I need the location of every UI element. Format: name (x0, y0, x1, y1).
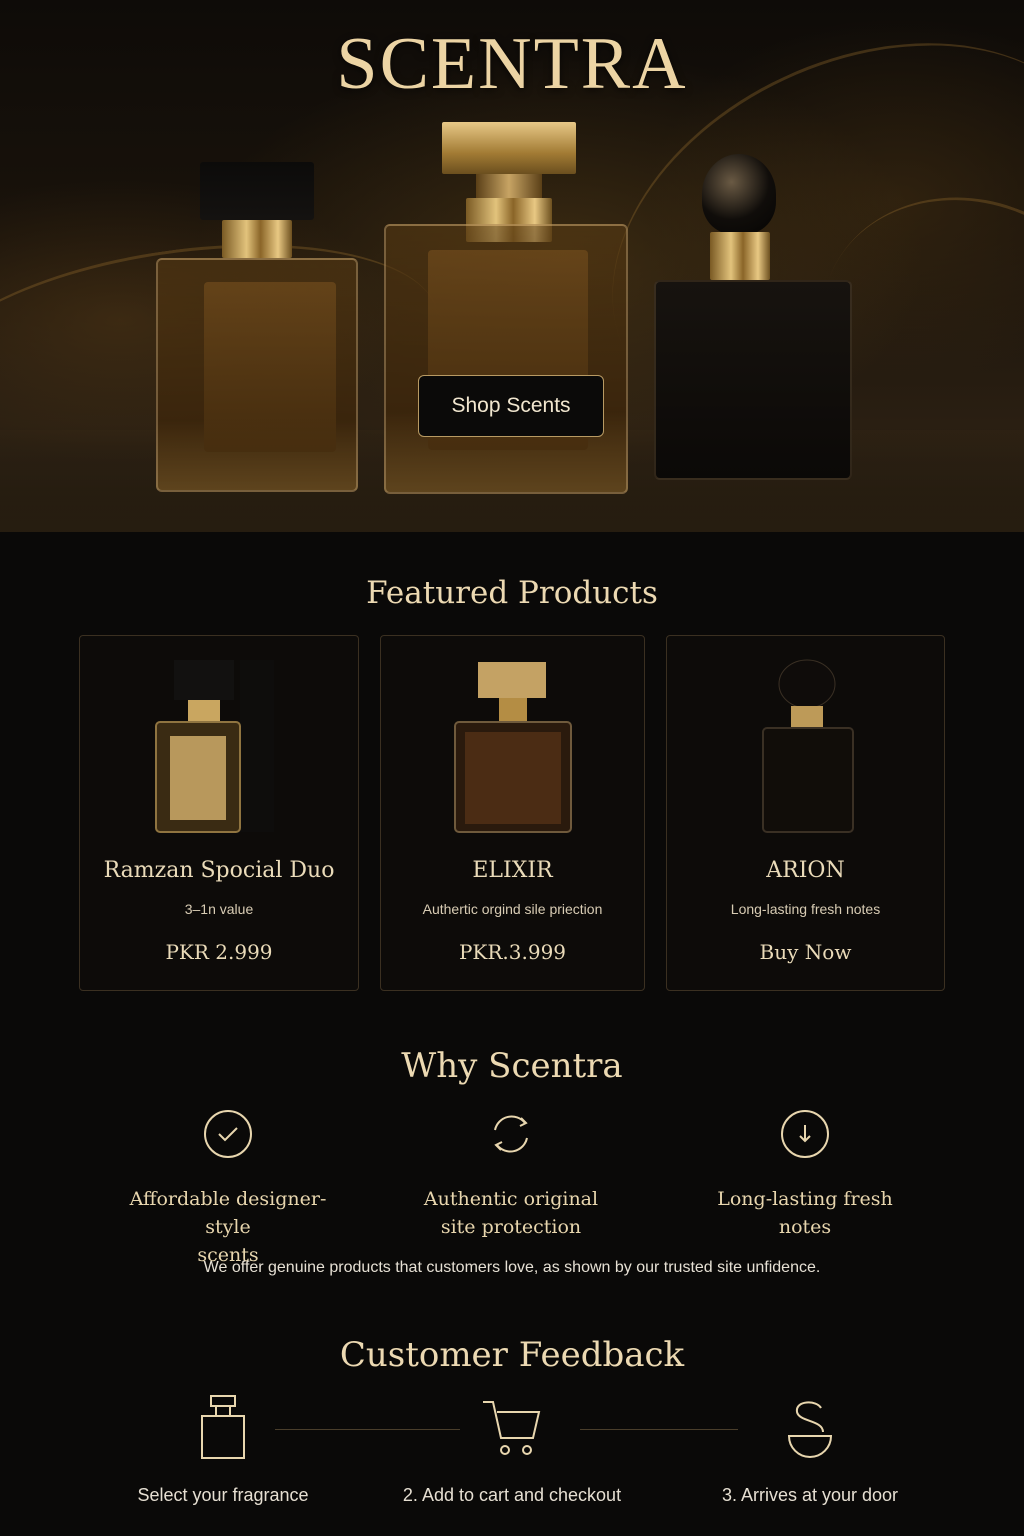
buy-now-link[interactable]: Buy Now (667, 940, 944, 964)
delivery-s-icon (787, 1401, 833, 1458)
hero-banner: SCENTRA Shop Scents (0, 0, 1024, 532)
product-image-duo (155, 660, 274, 833)
product-price: PKR.3.999 (458, 940, 567, 964)
feature-long-lasting: Long-lasting fresh notes (690, 1108, 920, 1241)
step-label: 3. Arrives at your door (721, 1485, 899, 1505)
product-card-arion[interactable]: ARION Long-lasting fresh notes Buy Now (666, 635, 945, 991)
feature-label: site protection (440, 1216, 582, 1238)
shop-scents-button[interactable]: Shop Scents (418, 375, 604, 437)
feature-label: Affordable designer-style (129, 1188, 327, 1238)
cart-icon (483, 1401, 541, 1455)
hero-bottle-right (654, 154, 852, 480)
product-name[interactable]: ARION (667, 858, 944, 883)
product-description: Long-lasting fresh notes (730, 901, 881, 917)
product-name[interactable]: Ramzan Spocial Duo (80, 858, 358, 883)
perfume-bottle-icon (201, 1395, 245, 1459)
why-scentra-title: Why Scentra (401, 1046, 623, 1086)
product-card-ramzan[interactable]: Ramzan Spocial Duo 3–1n value PKR 2.999 (79, 635, 359, 991)
step-label: 2. Add to cart and checkout (402, 1485, 622, 1505)
feature-label: Long-lasting fresh notes (717, 1188, 893, 1238)
brand-logo: SCENTRA (336, 23, 688, 105)
product-description: Authertic orgind sile priection (422, 901, 603, 917)
download-circle-icon (781, 1110, 829, 1158)
product-name[interactable]: ELIXIR (381, 858, 644, 883)
customer-feedback-title: Customer Feedback (339, 1335, 685, 1375)
step-add-to-cart: 2. Add to cart and checkout (392, 1392, 632, 1506)
product-description: 3–1n value (184, 901, 254, 917)
refresh-icon (494, 1115, 528, 1153)
check-circle-icon (204, 1110, 252, 1158)
trust-note: We offer genuine products that customers… (203, 1259, 821, 1276)
feature-authentic: Authentic original site protection (392, 1108, 630, 1241)
step-select-fragrance: Select your fragrance (118, 1392, 328, 1506)
product-card-elixir[interactable]: ELIXIR Authertic orgind sile priection P… (380, 635, 645, 991)
hero-bottle-center (384, 122, 628, 494)
product-image-arion (762, 659, 854, 833)
product-price: PKR 2.999 (165, 940, 273, 964)
hero-bottle-left (156, 162, 358, 492)
step-arrives: 3. Arrives at your door (704, 1392, 916, 1506)
feature-label: Authentic original (423, 1188, 599, 1210)
step-label: Select your fragrance (137, 1485, 309, 1505)
feature-affordable: Affordable designer-style scents (108, 1108, 348, 1269)
featured-products-title: Featured Products (366, 575, 658, 611)
product-image-elixir (454, 662, 572, 833)
